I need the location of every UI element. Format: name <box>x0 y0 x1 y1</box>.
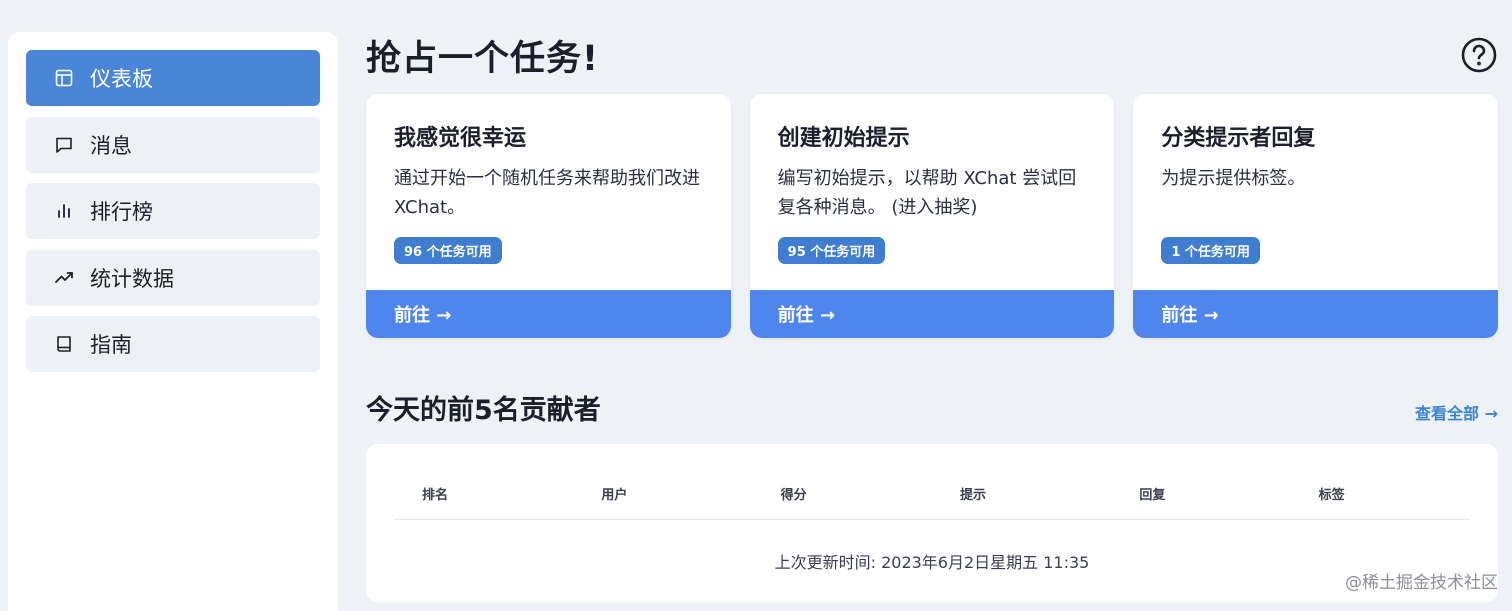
watermark: @稀土掘金技术社区 <box>1345 573 1498 593</box>
sidebar-item-leaderboard[interactable]: 排行榜 <box>26 183 320 239</box>
message-icon <box>54 135 74 155</box>
task-count-badge: 95 个任务可用 <box>777 237 886 264</box>
table-header: 排名 用户 得分 提示 回复 标签 <box>394 484 1470 520</box>
help-icon[interactable] <box>1460 36 1498 74</box>
sidebar-item-statistics[interactable]: 统计数据 <box>26 249 320 306</box>
card-title: 我感觉很幸运 <box>394 126 527 151</box>
column-header-score[interactable]: 得分 <box>753 484 932 519</box>
task-cards: 我感觉很幸运 通过开始一个随机任务来帮助我们改进 XChat。 96 个任务可用… <box>366 94 1499 338</box>
column-header-prompts[interactable]: 提示 <box>932 484 1111 519</box>
sidebar-item-label: 统计数据 <box>90 266 174 291</box>
go-button[interactable]: 前往 → <box>366 290 731 338</box>
card-description: 通过开始一个随机任务来帮助我们改进 XChat。 <box>394 168 700 218</box>
column-header-rank[interactable]: 排名 <box>394 484 573 519</box>
task-count-badge: 1 个任务可用 <box>1161 237 1260 264</box>
task-card-classify-replies: 分类提示者回复 为提示提供标签。 1 个任务可用 前往 → <box>1133 94 1499 338</box>
go-button[interactable]: 前往 → <box>1133 290 1499 338</box>
go-button[interactable]: 前往 → <box>749 290 1115 338</box>
task-card-initial-prompt: 创建初始提示 编写初始提示，以帮助 XChat 尝试回复各种消息。 (进入抽奖)… <box>749 94 1115 338</box>
column-header-user[interactable]: 用户 <box>573 484 752 519</box>
book-icon <box>54 334 74 354</box>
column-header-replies[interactable]: 回复 <box>1111 484 1290 519</box>
main-content: 抢占一个任务! 我感觉很幸运 通过开始一个随机任务来帮助我们改进 XChat。 … <box>366 0 1499 611</box>
last-updated-text: 上次更新时间: 2023年6月2日星期五 11:35 <box>774 553 1090 572</box>
page-title: 抢占一个任务! <box>366 39 599 79</box>
sidebar: 仪表板 消息 排行榜 统计数据 指南 <box>8 32 338 611</box>
bar-chart-icon <box>54 201 74 221</box>
view-all-link[interactable]: 查看全部 → <box>1415 400 1498 424</box>
sidebar-item-guide[interactable]: 指南 <box>26 316 320 372</box>
column-header-labels[interactable]: 标签 <box>1291 484 1470 519</box>
card-title: 创建初始提示 <box>777 126 910 151</box>
trending-icon <box>54 268 74 288</box>
task-count-badge: 96 个任务可用 <box>394 237 502 264</box>
sidebar-item-label: 指南 <box>90 333 132 357</box>
sidebar-item-label: 消息 <box>90 133 132 158</box>
contributors-table: 排名 用户 得分 提示 回复 标签 上次更新时间: 2023年6月2日星期五 1… <box>366 444 1498 602</box>
contributors-title: 今天的前5名贡献者 <box>366 395 601 426</box>
card-description: 编写初始提示，以帮助 XChat 尝试回复各种消息。 (进入抽奖) <box>777 168 1077 218</box>
task-card-random: 我感觉很幸运 通过开始一个随机任务来帮助我们改进 XChat。 96 个任务可用… <box>366 94 731 338</box>
sidebar-item-label: 仪表板 <box>90 67 153 91</box>
sidebar-item-dashboard[interactable]: 仪表板 <box>26 50 320 106</box>
sidebar-item-messages[interactable]: 消息 <box>26 116 320 173</box>
card-description: 为提示提供标签。 <box>1161 168 1306 189</box>
dashboard-icon <box>54 68 74 88</box>
card-title: 分类提示者回复 <box>1161 126 1316 151</box>
sidebar-item-label: 排行榜 <box>90 200 153 224</box>
